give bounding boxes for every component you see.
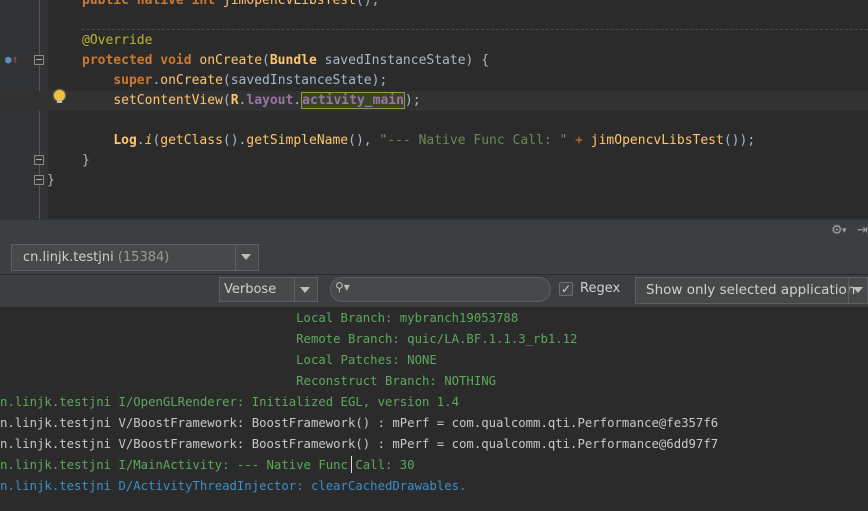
- log-line[interactable]: Reconstruct Branch: NOTHING: [0, 371, 868, 392]
- device-selector-bar: cn.linjk.testjni (15384): [0, 243, 868, 275]
- code-token: layout: [246, 93, 294, 108]
- code-line-text: public native int jimOpencvLibsTest();: [82, 0, 379, 11]
- search-icon[interactable]: ⚲▾: [335, 280, 350, 294]
- code-token: .: [293, 93, 302, 108]
- search-box[interactable]: ⚲▾: [330, 277, 551, 302]
- chevron-down-icon[interactable]: [853, 287, 863, 293]
- code-line[interactable]: }: [0, 151, 868, 171]
- log-line[interactable]: n.linjk.testjni I/MainActivity: --- Nati…: [0, 455, 868, 476]
- lightbulb-icon[interactable]: [54, 90, 65, 103]
- log-line[interactable]: n.linjk.testjni I/OpenGLRenderer: Initia…: [0, 392, 868, 413]
- code-line-text: protected void onCreate(Bundle savedInst…: [82, 51, 489, 71]
- app-filter-select[interactable]: Show only selected application: [635, 277, 868, 304]
- fold-marker-icon[interactable]: [34, 55, 44, 65]
- log-level-select[interactable]: Verbose: [219, 277, 318, 302]
- logcat-output[interactable]: Local Branch: mybranch19053788 Remote Br…: [0, 308, 868, 511]
- logcat-filter-bar: Verbose ⚲▾ ✓ Regex Show only selected ap…: [0, 275, 868, 308]
- code-token: Bundle: [269, 53, 317, 68]
- chevron-down-icon[interactable]: ▾: [842, 226, 847, 236]
- code-token: );: [404, 93, 421, 108]
- log-line[interactable]: n.linjk.testjni V/BoostFramework: BoostF…: [0, 413, 868, 434]
- code-token: (: [222, 93, 231, 108]
- code-token: setContentView: [113, 93, 223, 108]
- code-line[interactable]: setContentView(R.layout.activity_main);: [0, 91, 868, 111]
- code-token: (savedInstanceState);: [222, 73, 388, 88]
- code-token: jimOpencvLibsTest: [222, 0, 356, 8]
- code-token: @Override: [82, 33, 153, 48]
- code-token: (: [262, 53, 270, 68]
- code-token: "--- Native Func Call: ": [379, 133, 568, 148]
- combo-divider: [294, 278, 295, 301]
- code-token: ().: [222, 133, 247, 148]
- code-line-text: setContentView(R.layout.activity_main);: [82, 91, 421, 111]
- code-token: (),: [348, 133, 380, 148]
- combo-divider: [848, 278, 849, 303]
- code-line[interactable]: Log.i(getClass().getSimpleName(), "--- N…: [0, 131, 868, 151]
- code-line[interactable]: [0, 11, 868, 31]
- code-token: onCreate: [160, 73, 223, 88]
- code-token: activity_main: [301, 92, 405, 109]
- chevron-down-icon[interactable]: [241, 254, 251, 260]
- code-token: ());: [723, 133, 756, 148]
- code-token: int: [191, 0, 223, 8]
- log-line[interactable]: Local Branch: mybranch19053788: [0, 308, 868, 329]
- code-line-text: @Override: [82, 31, 152, 51]
- code-editor[interactable]: public native int jimOpencvLibsTest(); @O…: [0, 0, 868, 219]
- text-caret: [351, 456, 352, 473]
- process-label: cn.linjk.testjni (15384): [23, 245, 169, 270]
- code-token: onCreate: [199, 53, 263, 68]
- fold-marker-icon[interactable]: [34, 155, 44, 165]
- code-token: getClass: [160, 133, 223, 148]
- code-token: jimOpencvLibsTest: [590, 133, 724, 148]
- code-line[interactable]: [0, 111, 868, 131]
- log-line[interactable]: n.linjk.testjni V/BoostFramework: BoostF…: [0, 434, 868, 455]
- code-token: .: [136, 133, 145, 148]
- fold-marker-icon[interactable]: [34, 175, 44, 185]
- regex-label: Regex: [580, 281, 621, 296]
- code-token: R: [230, 93, 239, 108]
- process-selector[interactable]: cn.linjk.testjni (15384): [11, 244, 259, 271]
- code-line-text: super.onCreate(savedInstanceState);: [82, 71, 387, 91]
- code-line-text: Log.i(getClass().getSimpleName(), "--- N…: [82, 131, 755, 151]
- code-token: }: [82, 153, 90, 168]
- process-pid: (15384): [117, 250, 170, 265]
- code-line-text: }: [82, 151, 90, 171]
- app-filter-value: Show only selected application: [646, 282, 856, 298]
- code-line[interactable]: @Override: [0, 31, 868, 51]
- code-token: protected void: [82, 53, 200, 68]
- log-line[interactable]: Local Patches: NONE: [0, 350, 868, 371]
- code-token: savedInstanceState) {: [316, 53, 490, 68]
- code-line[interactable]: }: [0, 171, 868, 191]
- code-token: super: [113, 73, 153, 88]
- combo-divider: [235, 245, 236, 270]
- code-line[interactable]: public native int jimOpencvLibsTest();: [0, 0, 868, 11]
- code-line[interactable]: protected void onCreate(Bundle savedInst…: [0, 51, 868, 71]
- code-token: public native: [82, 0, 192, 8]
- code-line-text: }: [47, 171, 55, 191]
- regex-checkbox[interactable]: ✓: [559, 282, 573, 296]
- override-method-icon[interactable]: ●↑: [5, 54, 18, 66]
- logcat-panel-header: ⚙ ▾ ⇥: [0, 219, 868, 244]
- log-level-value: Verbose: [224, 282, 277, 297]
- code-line[interactable]: super.onCreate(savedInstanceState);: [0, 71, 868, 91]
- process-name: cn.linjk.testjni: [23, 250, 114, 265]
- hide-panel-icon[interactable]: ⇥: [857, 223, 868, 238]
- code-token: getSimpleName: [246, 133, 349, 148]
- log-line[interactable]: n.linjk.testjni D/ActivityThreadInjector…: [0, 476, 868, 497]
- code-token: }: [47, 173, 55, 188]
- log-line[interactable]: Remote Branch: quic/LA.BF.1.1.3_rb1.12: [0, 329, 868, 350]
- code-token: ();: [355, 0, 380, 8]
- chevron-down-icon[interactable]: [300, 287, 310, 293]
- code-token: +: [567, 133, 591, 148]
- code-token: Log: [113, 133, 137, 148]
- search-input[interactable]: [355, 280, 535, 298]
- gear-icon[interactable]: ⚙: [831, 223, 843, 238]
